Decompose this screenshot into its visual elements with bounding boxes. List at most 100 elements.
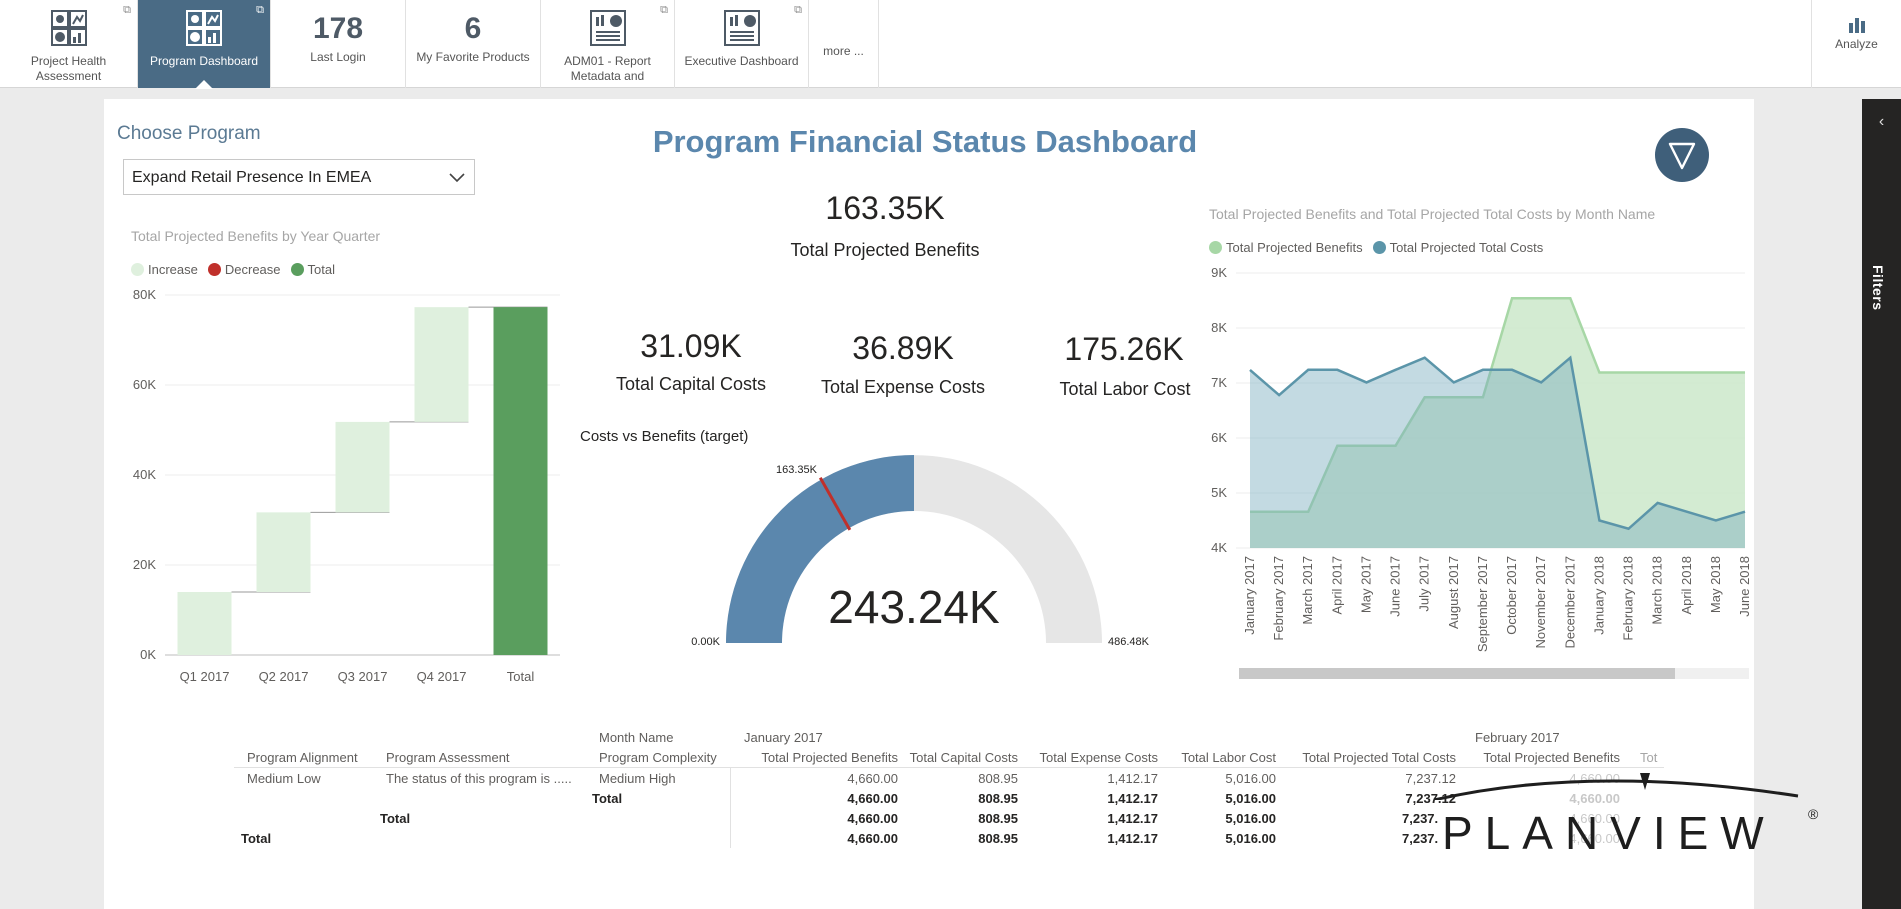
tile-last-login[interactable]: 178 Last Login: [271, 0, 406, 88]
filter-funnel-button[interactable]: [1655, 128, 1709, 182]
matrix-cell: 1,412.17: [1107, 791, 1158, 806]
filter-funnel-icon: [1668, 142, 1696, 170]
filters-pane[interactable]: ‹ Filters: [1862, 99, 1901, 909]
tile-adm01-report[interactable]: ⧉ ADM01 - Report Metadata and: [541, 0, 675, 88]
kpi-capital-value: 31.09K: [640, 328, 742, 364]
bar-chart-icon: [1848, 18, 1865, 33]
tile-label: Project Health Assessment: [30, 54, 107, 83]
x-tick-label: July 2017: [1417, 556, 1432, 612]
x-tick-label: May 2018: [1708, 556, 1723, 613]
column-header[interactable]: Total Projected Benefits: [1456, 750, 1620, 765]
dashboard-grid-icon: [186, 10, 222, 46]
x-tick-label: April 2017: [1329, 556, 1344, 615]
x-tick-label: June 2018: [1737, 556, 1752, 617]
column-header[interactable]: Program Assessment: [386, 750, 510, 765]
horizontal-scrollbar[interactable]: [1239, 668, 1749, 679]
x-tick-label: February 2018: [1621, 556, 1636, 641]
scrollbar-thumb[interactable]: [1239, 668, 1675, 679]
report-icon: [589, 10, 626, 46]
matrix-cell: Medium High: [599, 771, 676, 786]
dashboard-grid-icon: [50, 10, 87, 46]
kpi-expense-label: Total Expense Costs: [820, 377, 986, 397]
x-tick-label: January 2018: [1591, 556, 1606, 635]
x-tick-label: Q1 2017: [180, 669, 230, 684]
tile-label: more ...: [823, 44, 864, 58]
external-link-icon: ⧉: [794, 4, 802, 16]
tile-program-dashboard[interactable]: ⧉ Program Dashboard: [138, 0, 271, 89]
y-tick-label: 9K: [1211, 265, 1227, 280]
matrix-cell: The status of this program is .....: [386, 771, 572, 786]
legend-item: Total Projected Total Costs: [1372, 240, 1543, 255]
analyze-button[interactable]: Analyze: [1811, 0, 1901, 88]
gauge-chart: 243.24K 0.00K 486.48K 163.35K: [691, 455, 1150, 648]
subtotal-label: Total: [380, 811, 411, 826]
legend-label: Total Projected Benefits: [1226, 240, 1363, 255]
logo-wordmark: PLANVIEW: [1442, 807, 1776, 859]
gauge-min-label: 0.00K: [691, 636, 720, 648]
filters-pane-label: Filters: [1870, 265, 1886, 311]
tile-label: Last Login: [310, 50, 366, 64]
tile-project-health-assessment[interactable]: ⧉ Project Health Assessment: [0, 0, 138, 88]
column-header[interactable]: Total Projected Benefits: [744, 750, 898, 765]
tile-more[interactable]: more ...: [809, 0, 879, 88]
waterfall-bar: [335, 421, 390, 513]
external-link-icon: ⧉: [256, 4, 264, 16]
header-month: January 2017: [744, 730, 823, 745]
dashboard-tile-bar: ⧉ Project Health Assessment ⧉ Program Da…: [0, 0, 1901, 89]
gauge-target-label: 163.35K: [776, 464, 818, 476]
chevron-left-icon: ‹: [1878, 113, 1885, 130]
x-tick-label: Q2 2017: [259, 669, 309, 684]
matrix-cell: 808.95: [978, 791, 1018, 806]
matrix-cell: 5,016.00: [1225, 811, 1276, 826]
column-header[interactable]: Total Capital Costs: [898, 750, 1018, 765]
tile-label: ADM01 - Report Metadata and: [564, 54, 651, 83]
external-link-icon: ⧉: [660, 4, 668, 16]
external-link-icon: ⧉: [123, 4, 131, 16]
waterfall-bar: [256, 512, 311, 592]
y-tick-label: 4K: [1211, 540, 1227, 555]
choose-program-label: Choose Program: [117, 123, 261, 144]
x-tick-label: January 2017: [1242, 556, 1257, 635]
x-tick-label: February 2017: [1271, 556, 1286, 641]
logo-registered-mark: ®: [1808, 806, 1819, 822]
matrix-cell: 1,412.17: [1107, 811, 1158, 826]
planview-logo: PLANVIEW ®: [1430, 770, 1830, 870]
legend-item: Total: [290, 262, 335, 277]
column-header[interactable]: Total Labor Cost: [1158, 750, 1276, 765]
header-month: February 2017: [1475, 730, 1560, 745]
matrix-cell: 4,660.00: [847, 811, 898, 826]
grand-total-label: Total: [241, 831, 272, 846]
matrix-cell: 5,016.00: [1225, 831, 1276, 846]
matrix-cell: 7,237.12: [1405, 791, 1456, 806]
y-tick-label: 20K: [133, 557, 156, 572]
matrix-cell: Medium Low: [247, 771, 321, 786]
kpi-capital-label: Total Capital Costs: [615, 374, 767, 394]
column-header[interactable]: Total Projected Total Costs: [1276, 750, 1456, 765]
matrix-cell: 5,016.00: [1225, 791, 1276, 806]
area-legend: Total Projected Benefits Total Projected…: [1209, 240, 1543, 255]
header-month-name: Month Name: [599, 730, 674, 745]
y-tick-label: 80K: [133, 287, 156, 302]
column-header[interactable]: Program Complexity: [599, 750, 717, 765]
tile-executive-dashboard[interactable]: ⧉ Executive Dashboard: [675, 0, 809, 88]
legend-label: Increase: [148, 262, 198, 277]
logo-swoosh-icon: [1433, 773, 1799, 800]
tile-my-favorite-products[interactable]: 6 My Favorite Products: [406, 0, 541, 88]
report-title: Program Financial Status Dashboard: [652, 124, 1198, 159]
column-header[interactable]: Program Alignment: [247, 750, 358, 765]
program-dropdown[interactable]: Expand Retail Presence In EMEA: [123, 159, 475, 195]
column-header[interactable]: Tot: [1640, 750, 1657, 765]
tile-label: My Favorite Products: [416, 50, 530, 64]
area-title: Total Projected Benefits and Total Proje…: [1209, 206, 1656, 222]
matrix-cell: 808.95: [978, 811, 1018, 826]
x-tick-label: November 2017: [1533, 556, 1548, 649]
tile-label: Program Dashboard: [149, 54, 259, 68]
legend-item: Increase: [131, 262, 198, 277]
y-tick-label: 6K: [1211, 430, 1227, 445]
header-divider: [234, 767, 1664, 768]
matrix-cell: 808.95: [978, 771, 1018, 786]
column-header[interactable]: Total Expense Costs: [1018, 750, 1158, 765]
kpi-labor-value: 175.26K: [1064, 331, 1184, 367]
gauge-value: 243.24K: [828, 581, 1000, 633]
y-tick-label: 60K: [133, 377, 156, 392]
